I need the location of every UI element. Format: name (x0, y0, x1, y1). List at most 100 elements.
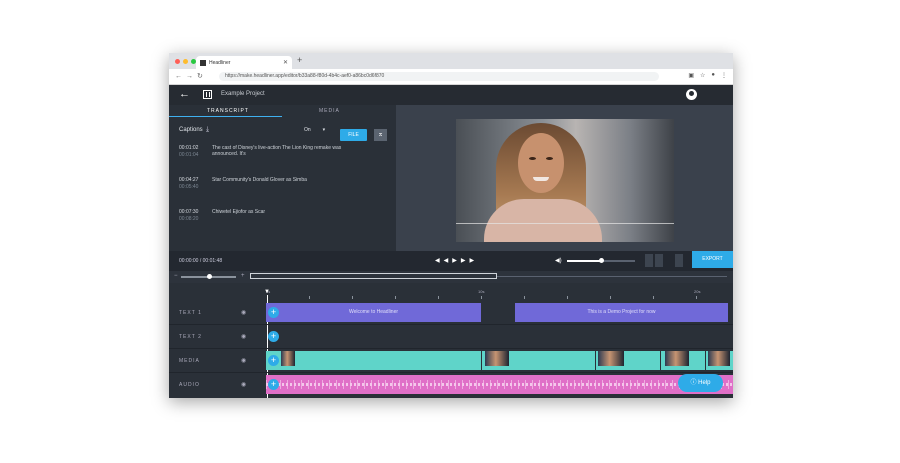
ruler-tick (610, 296, 611, 299)
entry-text[interactable]: Star Community's Donald Glover as Simba (212, 177, 362, 183)
back-arrow-icon[interactable]: ← (179, 88, 190, 100)
favicon-icon (200, 59, 206, 66)
tab-transcript[interactable]: TRANSCRIPT (207, 108, 249, 114)
ruler-tick (567, 296, 568, 299)
menu-icon[interactable]: ⋮ (721, 72, 727, 79)
address-bar[interactable]: https://make.headliner.app/editor/b33a88… (219, 72, 659, 81)
minimize-window-icon[interactable] (183, 59, 188, 64)
volume-slider[interactable] (567, 258, 635, 263)
track-visibility-icon[interactable]: ◉ (241, 309, 246, 316)
add-audio-button[interactable]: + (268, 379, 279, 390)
ruler-tick (395, 296, 396, 299)
subject-face (518, 133, 564, 193)
captions-label: Captions (179, 127, 203, 133)
aspect-ratio-icon[interactable] (645, 254, 653, 267)
track-label: AUDIO (179, 382, 200, 388)
ruler-tick (653, 296, 654, 299)
entry-end-time: 00:05:40 (179, 184, 199, 190)
track-label: TEXT 2 (179, 334, 202, 340)
fast-forward-icon[interactable]: ▶▶ (461, 258, 478, 264)
zoom-in-icon[interactable]: + (241, 273, 245, 279)
help-button[interactable]: ⓘ Help (678, 374, 723, 392)
video-preview-area (396, 105, 733, 251)
track-row: TEXT 1 ◉ + Welcome to Headliner This is … (169, 301, 733, 325)
entry-end-time: 00:01:04 (179, 152, 199, 158)
fullscreen-icon[interactable] (675, 254, 683, 267)
forward-nav-icon[interactable]: → (186, 73, 197, 80)
add-text-button[interactable]: + (268, 307, 279, 318)
captions-toggle[interactable]: On ▾ (304, 127, 325, 133)
track-row: MEDIA ◉ + (169, 349, 733, 373)
track-visibility-icon[interactable]: ◉ (241, 357, 246, 364)
add-text-button[interactable]: + (268, 331, 279, 342)
zoom-knob[interactable] (207, 274, 212, 279)
headliner-logo-icon (203, 90, 212, 99)
entry-end-time: 00:08:20 (179, 216, 199, 222)
nav-buttons[interactable]: ←→↻ (175, 72, 207, 80)
tab-title: Headliner (209, 59, 231, 66)
settings-icon[interactable]: ⌅ (374, 129, 387, 141)
ruler-label: 10s (478, 289, 485, 294)
video-frame[interactable] (456, 119, 674, 242)
media-clip[interactable] (266, 351, 481, 370)
playback-controls: 00:00:00 / 00:01:48 ◀◀▶▶▶ ◀) EXPORT (169, 251, 733, 271)
media-thumbnail (598, 351, 624, 366)
new-tab-icon[interactable]: + (297, 55, 302, 65)
media-thumbnail (485, 351, 509, 366)
ruler-tick (481, 296, 482, 299)
track-visibility-icon[interactable]: ◉ (241, 333, 246, 340)
track-label: MEDIA (179, 358, 200, 364)
help-label: Help (698, 380, 711, 386)
browser-tab[interactable]: Headliner ✕ (196, 56, 292, 69)
active-tab-indicator (169, 116, 282, 117)
help-icon: ⓘ (690, 380, 699, 386)
ruler-tick (309, 296, 310, 299)
window-controls[interactable] (175, 59, 196, 64)
reload-icon[interactable]: ↻ (197, 73, 207, 80)
bookmark-star-icon[interactable]: ☆ (700, 72, 705, 79)
ruler-tick (438, 296, 439, 299)
media-thumbnail (665, 351, 689, 366)
cast-icon[interactable]: ▣ (688, 72, 694, 79)
add-media-button[interactable]: + (268, 355, 279, 366)
rewind-icon[interactable]: ◀◀ (435, 258, 452, 264)
left-panel: TRANSCRIPT MEDIA Captions ⤓ On ▾ FILE ⌅ 0… (169, 105, 396, 251)
close-tab-icon[interactable]: ✕ (283, 59, 288, 66)
entry-text[interactable]: Chiwetel Ejiofor as Scar (212, 209, 362, 215)
panel-tabs: TRANSCRIPT MEDIA (169, 105, 396, 117)
account-icon[interactable] (686, 89, 697, 100)
preview-size-icon[interactable] (655, 254, 663, 267)
text-clip[interactable]: This is a Demo Project for now (515, 303, 728, 322)
volume-icon[interactable]: ◀) (555, 257, 562, 264)
transport-buttons: ◀◀▶▶▶ (435, 257, 478, 264)
ruler-label: 20s (694, 289, 701, 294)
timeline: 0s 10s 20s ▼ TEXT 1 ◉ + Welcome to Headl… (169, 283, 733, 398)
close-window-icon[interactable] (175, 59, 180, 64)
profile-icon[interactable]: ● (711, 72, 715, 79)
subject-dress (484, 199, 602, 242)
timeline-scrubber[interactable] (250, 273, 497, 279)
text-clip[interactable]: Welcome to Headliner (266, 303, 481, 322)
zoom-out-icon[interactable]: − (174, 273, 178, 279)
audio-clip[interactable] (266, 375, 733, 394)
project-title[interactable]: Example Project (221, 91, 265, 97)
track-row: TEXT 2 ◉ + (169, 325, 733, 349)
timeline-zoom-row: − + (169, 271, 733, 283)
captions-toggle-value: On (304, 127, 311, 133)
tab-media[interactable]: MEDIA (319, 108, 340, 114)
track-row: AUDIO ◉ + (169, 373, 733, 397)
ruler-tick (696, 296, 697, 299)
track-visibility-icon[interactable]: ◉ (241, 381, 246, 388)
export-button[interactable]: EXPORT (692, 251, 733, 268)
browser-toolbar-icons: ▣ ☆ ● ⋮ (688, 72, 727, 79)
file-button[interactable]: FILE (340, 129, 367, 141)
media-thumbnail (708, 351, 730, 366)
play-icon[interactable]: ▶ (452, 258, 461, 264)
download-icon[interactable]: ⤓ (206, 126, 209, 134)
media-thumbnail (281, 351, 295, 366)
volume-knob[interactable] (599, 258, 604, 263)
back-nav-icon[interactable]: ← (175, 73, 186, 80)
timeline-ruler: 0s 10s 20s (266, 283, 733, 301)
entry-text[interactable]: The cast of Disney's live-action The Lio… (212, 145, 362, 157)
scrubber-track (497, 276, 727, 277)
